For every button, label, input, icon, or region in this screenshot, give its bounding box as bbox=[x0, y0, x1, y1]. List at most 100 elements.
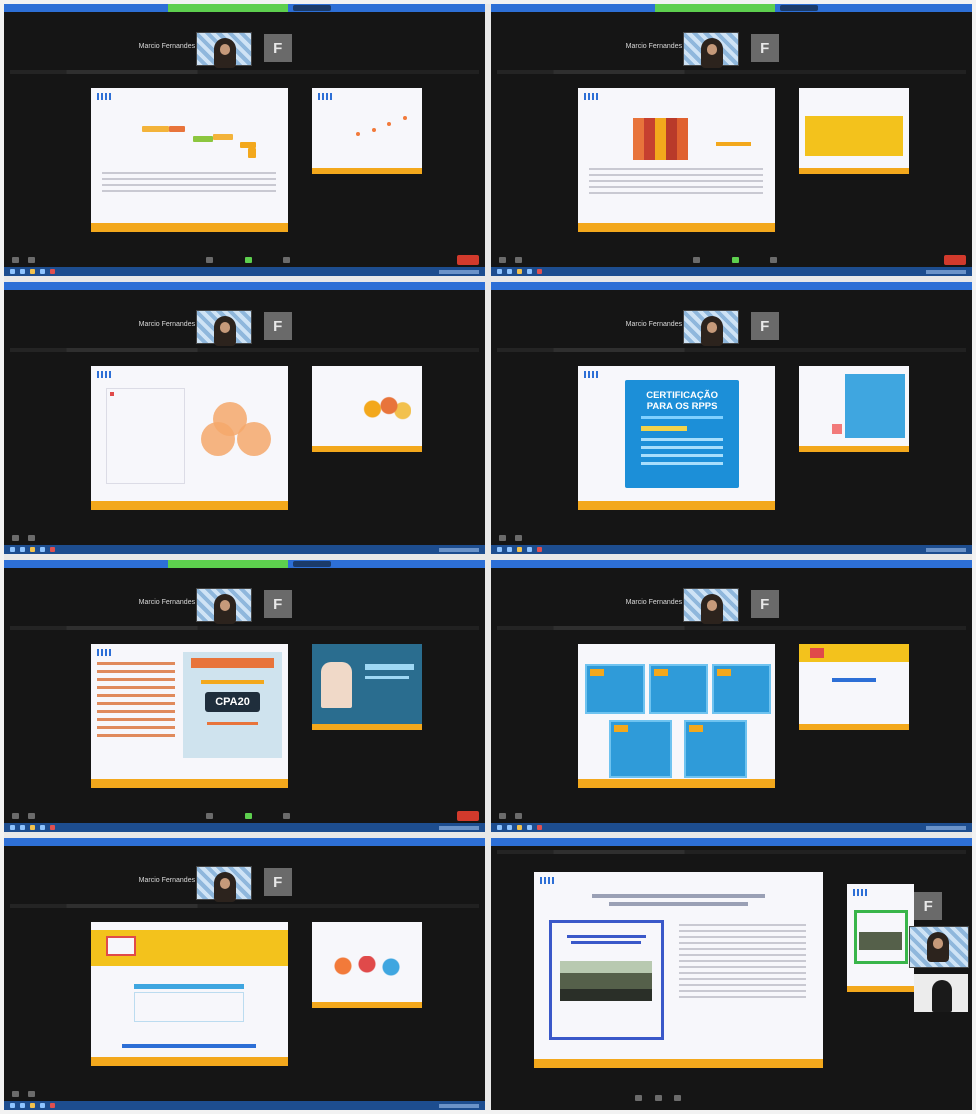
camera-icon[interactable] bbox=[654, 1095, 662, 1101]
participant-video[interactable] bbox=[196, 866, 253, 902]
screen-share-indicator[interactable] bbox=[167, 4, 288, 12]
taskbar-icon[interactable] bbox=[30, 1103, 35, 1108]
taskbar-icon[interactable] bbox=[50, 1103, 55, 1108]
participant-video[interactable] bbox=[683, 310, 740, 346]
stop-share-button[interactable] bbox=[292, 561, 332, 567]
camera-icon[interactable] bbox=[28, 535, 35, 541]
zoom-window-3: Marcio Fernandes F bbox=[4, 282, 485, 554]
participant-video[interactable] bbox=[196, 32, 253, 68]
taskbar-icon[interactable] bbox=[40, 269, 45, 274]
taskbar-icon[interactable] bbox=[20, 269, 25, 274]
taskbar-icon[interactable] bbox=[517, 547, 522, 552]
taskbar-icon[interactable] bbox=[40, 1103, 45, 1108]
next-slide-thumbnail[interactable] bbox=[798, 644, 910, 730]
participant-video[interactable] bbox=[196, 588, 253, 624]
camera-icon[interactable] bbox=[515, 257, 522, 263]
taskbar-icon[interactable] bbox=[30, 269, 35, 274]
start-icon[interactable] bbox=[10, 825, 15, 830]
taskbar-icon[interactable] bbox=[537, 547, 542, 552]
cert-title-line-1: CERTIFICAÇÃO bbox=[646, 390, 718, 401]
microphone-icon[interactable] bbox=[12, 257, 19, 263]
taskbar-icon[interactable] bbox=[527, 269, 532, 274]
taskbar-icon[interactable] bbox=[507, 547, 512, 552]
taskbar-icon[interactable] bbox=[40, 825, 45, 830]
next-slide-thumbnail[interactable] bbox=[846, 884, 915, 992]
avatar[interactable]: F bbox=[750, 34, 779, 62]
participants-icon[interactable] bbox=[206, 257, 214, 263]
avatar[interactable]: F bbox=[263, 312, 292, 340]
microphone-icon[interactable] bbox=[12, 535, 19, 541]
taskbar-icon[interactable] bbox=[30, 547, 35, 552]
taskbar-icon[interactable] bbox=[20, 825, 25, 830]
taskbar-icon[interactable] bbox=[527, 825, 532, 830]
next-slide-thumbnail[interactable] bbox=[311, 366, 423, 452]
taskbar-icon[interactable] bbox=[40, 547, 45, 552]
next-slide-thumbnail[interactable] bbox=[798, 366, 910, 452]
microphone-icon[interactable] bbox=[499, 813, 506, 819]
stop-share-button[interactable] bbox=[779, 5, 819, 11]
share-screen-icon[interactable] bbox=[244, 813, 252, 819]
logo-icon bbox=[540, 877, 557, 884]
microphone-icon[interactable] bbox=[499, 535, 506, 541]
participant-video[interactable] bbox=[683, 32, 740, 68]
microphone-icon[interactable] bbox=[635, 1095, 643, 1101]
taskbar-icon[interactable] bbox=[20, 1103, 25, 1108]
start-icon[interactable] bbox=[497, 825, 502, 830]
taskbar-icon[interactable] bbox=[537, 825, 542, 830]
microphone-icon[interactable] bbox=[12, 813, 19, 819]
taskbar-icon[interactable] bbox=[50, 825, 55, 830]
participant-video-2[interactable] bbox=[914, 974, 969, 1012]
camera-icon[interactable] bbox=[515, 535, 522, 541]
taskbar-icon[interactable] bbox=[50, 269, 55, 274]
title-bar bbox=[491, 282, 972, 290]
screen-share-indicator[interactable] bbox=[654, 4, 775, 12]
start-icon[interactable] bbox=[497, 547, 502, 552]
taskbar-icon[interactable] bbox=[507, 269, 512, 274]
avatar[interactable]: F bbox=[750, 312, 779, 340]
taskbar-icon[interactable] bbox=[507, 825, 512, 830]
next-slide-thumbnail[interactable] bbox=[311, 88, 423, 174]
share-screen-icon[interactable] bbox=[673, 1095, 681, 1101]
participants-icon[interactable] bbox=[206, 813, 214, 819]
chat-icon[interactable] bbox=[769, 257, 777, 263]
taskbar-icon[interactable] bbox=[527, 547, 532, 552]
start-icon[interactable] bbox=[497, 269, 502, 274]
chat-icon[interactable] bbox=[282, 257, 290, 263]
camera-icon[interactable] bbox=[28, 813, 35, 819]
next-slide-thumbnail[interactable] bbox=[311, 922, 423, 1008]
avatar[interactable]: F bbox=[750, 590, 779, 618]
leave-button[interactable] bbox=[944, 255, 966, 265]
avatar[interactable]: F bbox=[263, 868, 292, 896]
taskbar-icon[interactable] bbox=[50, 547, 55, 552]
participant-video[interactable] bbox=[196, 310, 253, 346]
avatar[interactable]: F bbox=[263, 34, 292, 62]
taskbar-icon[interactable] bbox=[517, 269, 522, 274]
taskbar-icon[interactable] bbox=[537, 269, 542, 274]
avatar[interactable]: F bbox=[914, 892, 943, 920]
camera-icon[interactable] bbox=[28, 1091, 35, 1097]
camera-icon[interactable] bbox=[28, 257, 35, 263]
participants-icon[interactable] bbox=[693, 257, 701, 263]
next-slide-thumbnail[interactable] bbox=[798, 88, 910, 174]
screen-share-indicator[interactable] bbox=[167, 560, 288, 568]
camera-icon[interactable] bbox=[515, 813, 522, 819]
start-icon[interactable] bbox=[10, 547, 15, 552]
avatar[interactable]: F bbox=[263, 590, 292, 618]
chat-icon[interactable] bbox=[282, 813, 290, 819]
microphone-icon[interactable] bbox=[499, 257, 506, 263]
share-screen-icon[interactable] bbox=[244, 257, 252, 263]
start-icon[interactable] bbox=[10, 1103, 15, 1108]
participant-video[interactable] bbox=[909, 926, 970, 968]
taskbar-icon[interactable] bbox=[30, 825, 35, 830]
stop-share-button[interactable] bbox=[292, 5, 332, 11]
share-screen-icon[interactable] bbox=[731, 257, 739, 263]
logo-icon bbox=[96, 371, 113, 378]
next-slide-thumbnail[interactable] bbox=[311, 644, 423, 730]
participant-video[interactable] bbox=[683, 588, 740, 624]
leave-button[interactable] bbox=[457, 811, 479, 821]
microphone-icon[interactable] bbox=[12, 1091, 19, 1097]
taskbar-icon[interactable] bbox=[517, 825, 522, 830]
leave-button[interactable] bbox=[457, 255, 479, 265]
start-icon[interactable] bbox=[10, 269, 15, 274]
taskbar-icon[interactable] bbox=[20, 547, 25, 552]
